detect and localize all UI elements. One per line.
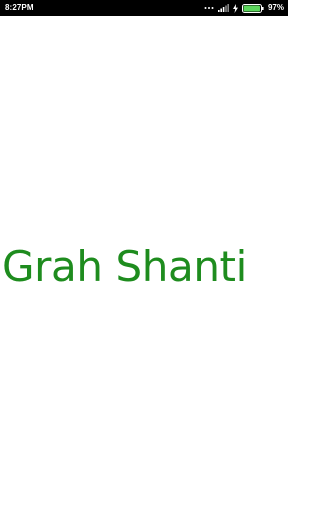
status-icons: 97% (204, 0, 284, 16)
charging-bolt-icon (232, 3, 238, 13)
battery-percent: 97% (267, 3, 284, 12)
battery-icon (241, 3, 264, 13)
signal-icon (217, 4, 229, 12)
more-dots-icon (204, 5, 214, 11)
battery-fill (243, 5, 260, 11)
splash-screen: Grah Shanti (0, 16, 288, 512)
status-time: 8:27PM (5, 3, 34, 12)
status-bar: 8:27PM 97% (0, 0, 288, 16)
app-title: Grah Shanti (2, 242, 247, 291)
